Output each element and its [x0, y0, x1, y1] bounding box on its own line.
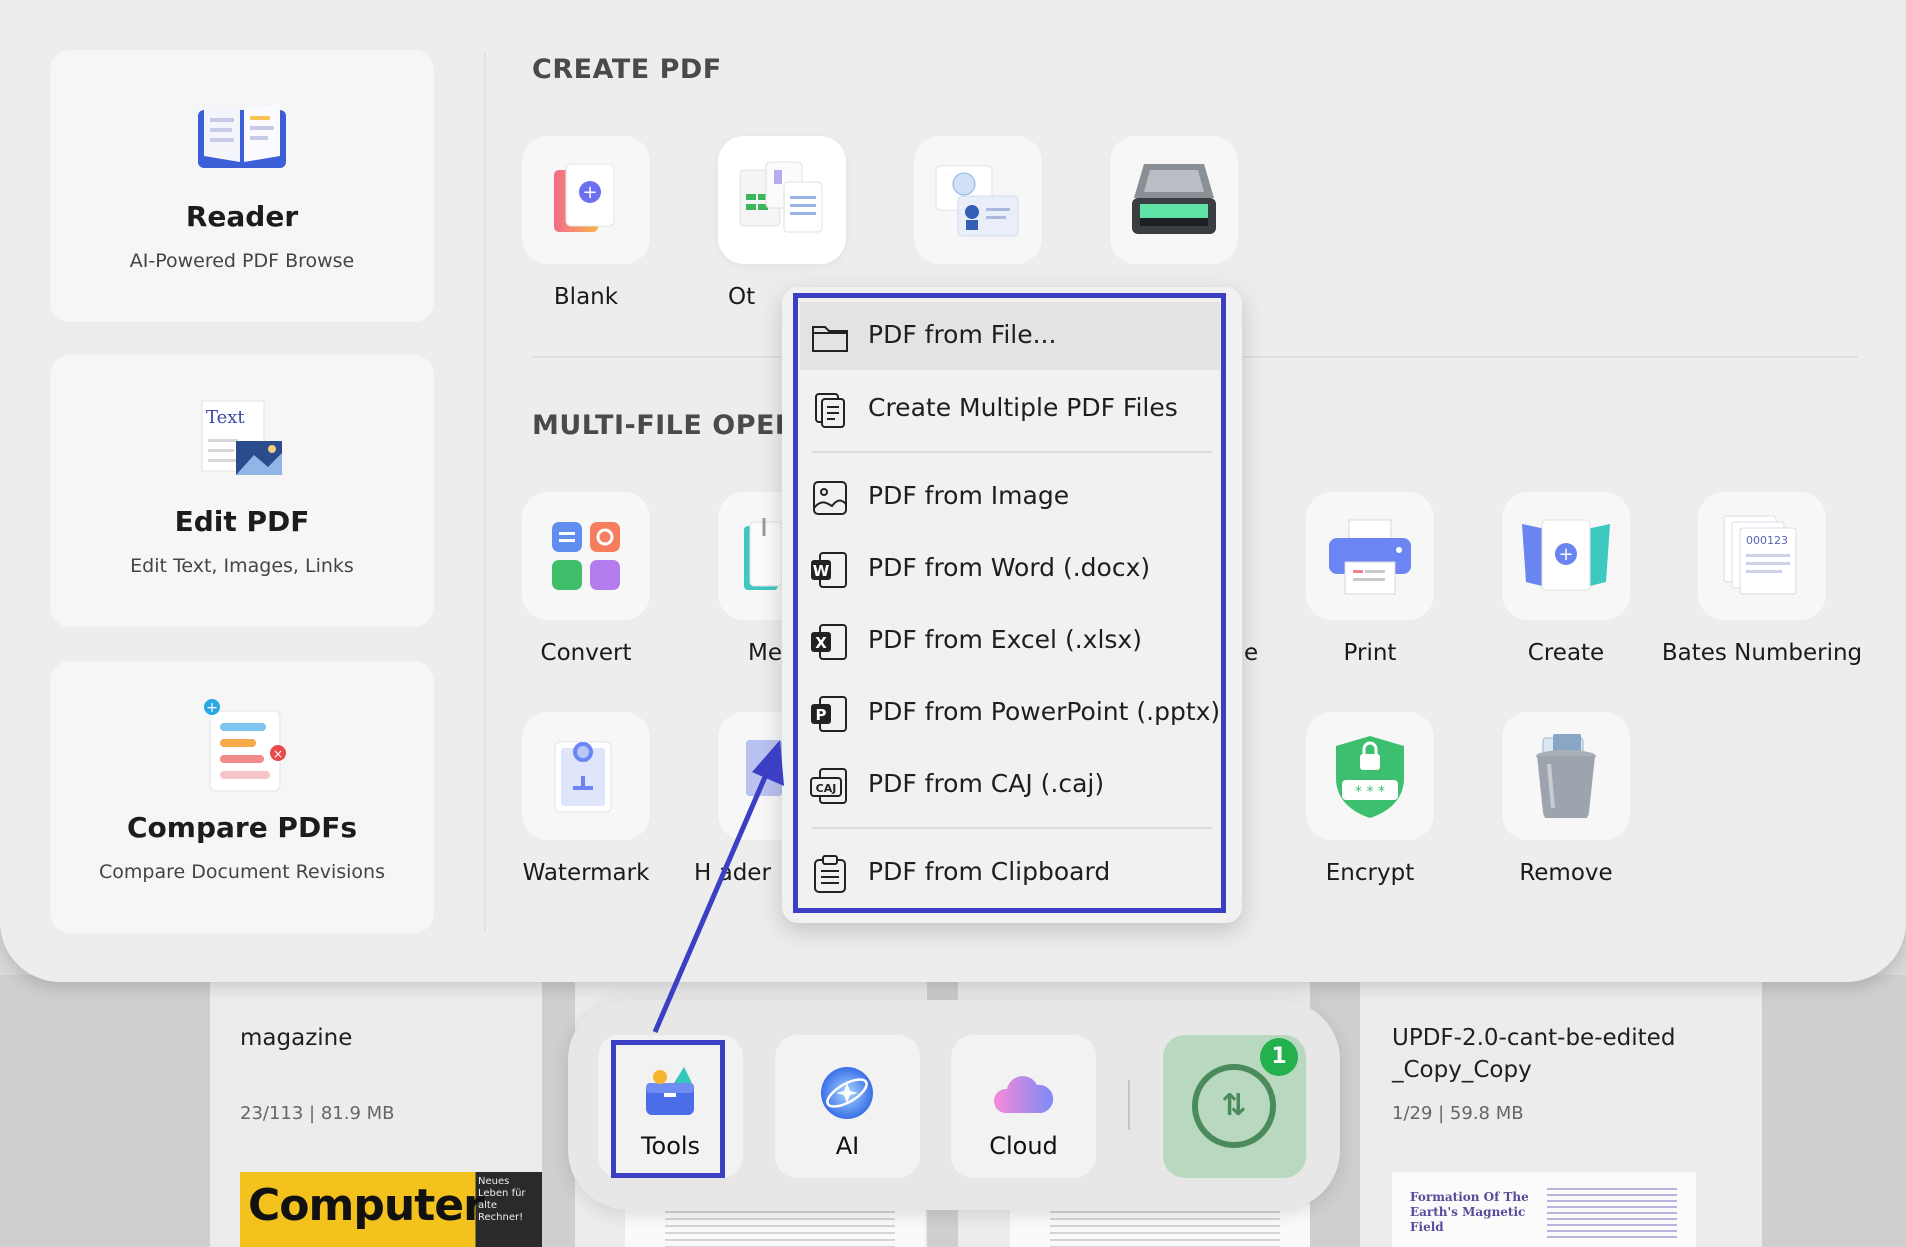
annotation-arrow: [652, 740, 784, 1033]
